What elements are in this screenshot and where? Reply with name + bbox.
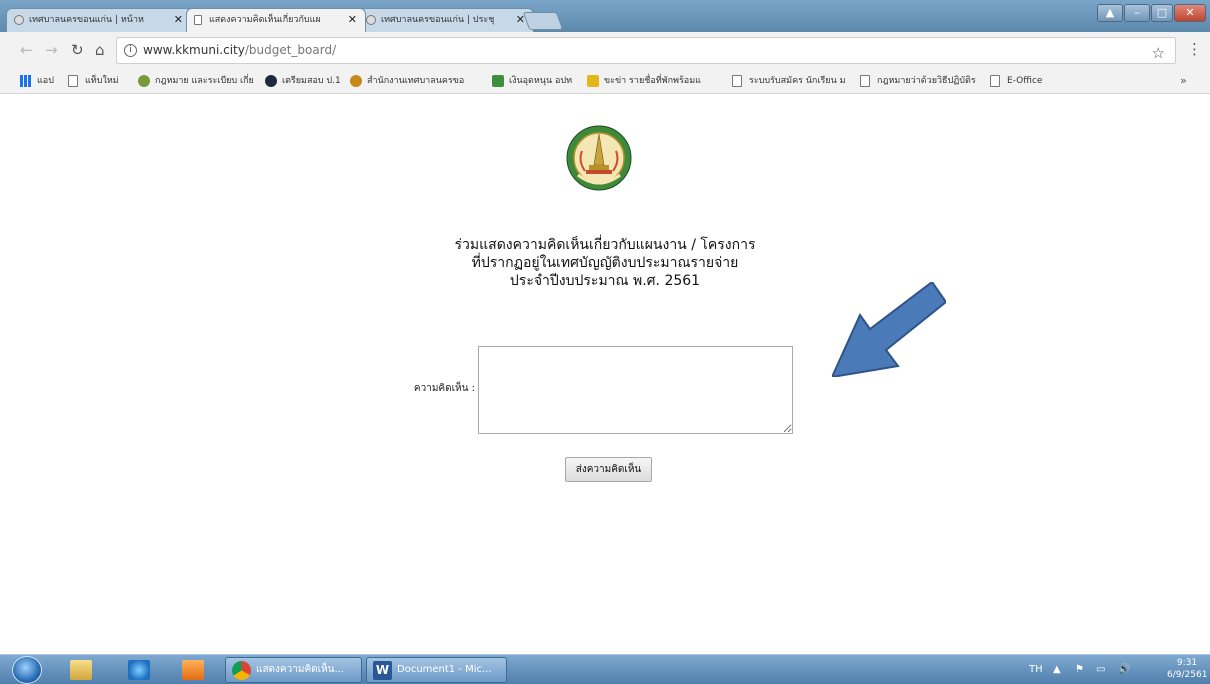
page-title-line: ร่วมแสดงความคิดเห็นเกี่ยวกับแผนงาน / โคร… bbox=[454, 237, 756, 253]
globe-icon bbox=[14, 15, 24, 25]
bookmark-star-icon[interactable]: ☆ bbox=[1152, 41, 1165, 66]
bookmarks-overflow-button[interactable]: » bbox=[1180, 74, 1187, 87]
folder-icon[interactable] bbox=[70, 660, 92, 680]
folder-site-icon bbox=[587, 75, 599, 87]
bookmark-exam[interactable]: เตรียมสอบ ป.1 bbox=[265, 74, 341, 89]
system-clock[interactable]: 9:31 6/9/2561 bbox=[1167, 657, 1207, 681]
municipality-seal-logo bbox=[566, 125, 632, 191]
bookmark-label: กฎหมาย และระเบียบ เกี่ย bbox=[155, 76, 254, 86]
page-content: ร่วมแสดงความคิดเห็นเกี่ยวกับแผนงาน / โคร… bbox=[0, 95, 1210, 654]
taskbar-button-label: Document1 - Mic... bbox=[397, 664, 492, 675]
new-tab-button[interactable] bbox=[522, 12, 564, 30]
bookmark-label: ขะข่า รายชื่อที่พักพร้อมแ bbox=[604, 76, 701, 86]
bookmark-admin-law[interactable]: กฎหมายว่าด้วยวิธีปฏิบัติร bbox=[860, 74, 976, 89]
page-icon bbox=[732, 75, 742, 87]
pointer-arrow-annotation bbox=[832, 282, 946, 377]
close-icon[interactable]: ✕ bbox=[174, 9, 183, 31]
municipal-seal-icon bbox=[350, 75, 362, 87]
page-icon bbox=[990, 75, 1000, 87]
clock-date: 6/9/2561 bbox=[1167, 670, 1208, 680]
chrome-icon bbox=[232, 661, 251, 680]
home-icon[interactable]: ⌂ bbox=[95, 41, 105, 59]
address-bar[interactable]: i www.kkmuni.city/budget_board/ ☆ bbox=[116, 37, 1176, 64]
close-icon[interactable]: ✕ bbox=[348, 9, 357, 31]
bookmark-e-office[interactable]: E-Office bbox=[990, 74, 1042, 89]
start-button[interactable] bbox=[12, 656, 42, 684]
language-indicator[interactable]: TH bbox=[1029, 663, 1043, 677]
k-site-icon bbox=[265, 75, 277, 87]
network-alert-icon[interactable]: ⚑ bbox=[1075, 663, 1084, 677]
internet-explorer-icon[interactable] bbox=[128, 660, 150, 680]
bookmark-subsidy[interactable]: เงินอุดหนุน อปท bbox=[492, 74, 572, 89]
browser-tab-strip: เทศบาลนครขอนแก่น | หน้าห ✕ แสดงความคิดเห… bbox=[0, 0, 1210, 32]
law-site-icon bbox=[138, 75, 150, 87]
apps-icon bbox=[20, 75, 32, 87]
page-icon bbox=[68, 75, 78, 87]
tab-title: เทศบาลนครขอนแก่น | ประชุ bbox=[381, 15, 495, 25]
bookmark-label: E-Office bbox=[1007, 76, 1043, 86]
minimize-button[interactable]: – bbox=[1124, 4, 1150, 22]
globe-icon bbox=[366, 15, 376, 25]
browser-toolbar: ← → ↻ ⌂ i www.kkmuni.city/budget_board/ … bbox=[0, 32, 1210, 69]
url-host: www.kkmuni.city bbox=[143, 43, 245, 57]
forward-icon[interactable]: → bbox=[45, 41, 58, 59]
taskbar-word-window[interactable]: W Document1 - Mic... bbox=[366, 657, 507, 683]
taskbar-button-label: แสดงความคิดเห็น... bbox=[256, 664, 345, 675]
action-center-icon[interactable]: ▭ bbox=[1096, 663, 1105, 677]
submit-comment-button[interactable]: ส่งความคิดเห็น bbox=[565, 457, 652, 482]
bookmark-label: ระบบรับสมัคร นักเรียน ม bbox=[749, 76, 846, 86]
tab-meeting[interactable]: เทศบาลนครขอนแก่น | ประชุ ✕ bbox=[358, 8, 534, 32]
fund-site-icon bbox=[492, 75, 504, 87]
bookmark-label: แท็บใหม่ bbox=[85, 76, 119, 86]
bookmark-label: สำนักงานเทศบาลนครขอ bbox=[367, 76, 465, 86]
bookmark-label: เตรียมสอบ ป.1 bbox=[282, 76, 341, 86]
page-icon bbox=[860, 75, 870, 87]
comment-textarea[interactable] bbox=[478, 346, 793, 434]
maximize-button[interactable]: □ bbox=[1151, 4, 1173, 22]
bookmark-law[interactable]: กฎหมาย และระเบียบ เกี่ย bbox=[138, 74, 254, 89]
taskbar-chrome-window[interactable]: แสดงความคิดเห็น... bbox=[225, 657, 362, 683]
comment-label: ความคิดเห็น : bbox=[413, 383, 475, 394]
bookmark-label: แอป bbox=[37, 76, 54, 86]
volume-icon[interactable]: 🔊 bbox=[1118, 663, 1130, 677]
bookmark-apps[interactable]: แอป bbox=[20, 74, 54, 89]
page-title: ร่วมแสดงความคิดเห็นเกี่ยวกับแผนงาน / โคร… bbox=[400, 236, 810, 290]
bookmark-lodging[interactable]: ขะข่า รายชื่อที่พักพร้อมแ bbox=[587, 74, 701, 89]
bookmark-municipal-office[interactable]: สำนักงานเทศบาลนครขอ bbox=[350, 74, 464, 89]
page-title-line: ที่ปรากฏอยู่ในเทศบัญญัติงบประมาณรายจ่าย bbox=[471, 255, 739, 271]
media-player-icon[interactable] bbox=[182, 660, 204, 680]
user-icon[interactable]: ▲ bbox=[1097, 4, 1123, 22]
bookmark-label: กฎหมายว่าด้วยวิธีปฏิบัติร bbox=[877, 76, 976, 86]
tab-home[interactable]: เทศบาลนครขอนแก่น | หน้าห ✕ bbox=[6, 8, 192, 32]
tab-title: เทศบาลนครขอนแก่น | หน้าห bbox=[29, 15, 144, 25]
word-icon: W bbox=[373, 661, 392, 680]
page-icon bbox=[194, 15, 202, 25]
tab-title: แสดงความคิดเห็นเกี่ยวกับแผ bbox=[209, 15, 321, 25]
bookmark-student-registration[interactable]: ระบบรับสมัคร นักเรียน ม bbox=[732, 74, 846, 89]
bookmarks-bar: แอป แท็บใหม่ กฎหมาย และระเบียบ เกี่ย เตร… bbox=[0, 69, 1210, 94]
info-icon[interactable]: i bbox=[124, 44, 137, 57]
clock-time: 9:31 bbox=[1176, 658, 1198, 668]
reload-icon[interactable]: ↻ bbox=[71, 41, 84, 59]
close-window-button[interactable]: ✕ bbox=[1174, 4, 1206, 22]
back-icon[interactable]: ← bbox=[20, 41, 33, 59]
url-path: /budget_board/ bbox=[244, 43, 337, 57]
page-title-line: ประจำปีงบประมาณ พ.ศ. 2561 bbox=[509, 273, 701, 289]
windows-taskbar: แสดงความคิดเห็น... W Document1 - Mic... … bbox=[0, 654, 1210, 684]
bookmark-label: เงินอุดหนุน อปท bbox=[509, 76, 573, 86]
bookmark-new-tab[interactable]: แท็บใหม่ bbox=[68, 74, 119, 89]
show-hidden-icons-icon[interactable]: ▲ bbox=[1053, 663, 1061, 677]
tab-budget-board[interactable]: แสดงความคิดเห็นเกี่ยวกับแผ ✕ bbox=[186, 8, 366, 32]
menu-icon[interactable]: ⋮ bbox=[1187, 40, 1202, 58]
